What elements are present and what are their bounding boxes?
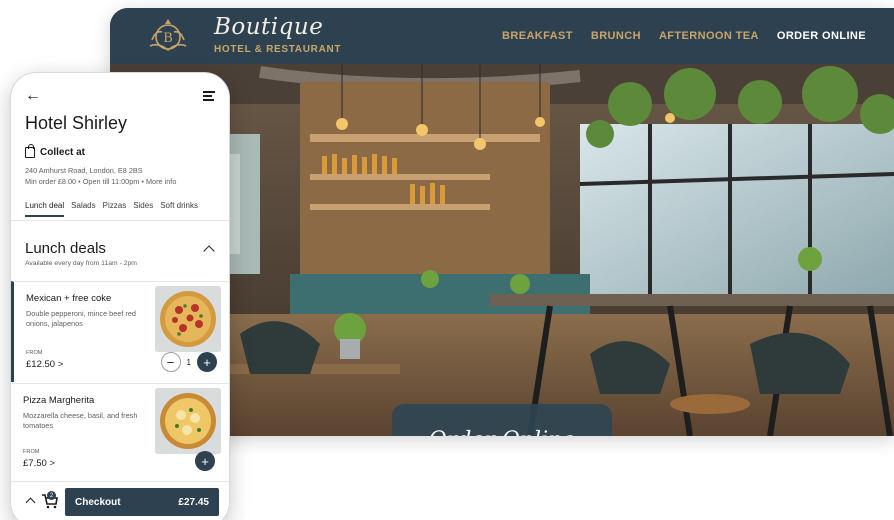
site-header: B Boutique HOTEL & RESTAURANT BREAKFAST … bbox=[110, 8, 894, 64]
decrease-quantity-button[interactable]: − bbox=[160, 352, 181, 372]
venue-details: 240 Amhurst Road, London, E8 2BS Min ord… bbox=[25, 165, 176, 187]
add-item-button[interactable]: + bbox=[195, 451, 215, 471]
nav-afternoon-tea[interactable]: AFTERNOON TEA bbox=[659, 30, 759, 42]
nav-order-online[interactable]: ORDER ONLINE bbox=[777, 30, 866, 42]
category-tabs: Lunch deal Salads Pizzas Sides Soft drin… bbox=[25, 201, 198, 217]
main-nav: BREAKFAST BRUNCH AFTERNOON TEA ORDER ONL… bbox=[502, 8, 866, 64]
mobile-app: ← Hotel Shirley Collect at 240 Amhurst R… bbox=[10, 72, 230, 520]
venue-title: Hotel Shirley bbox=[25, 113, 128, 133]
item-description: Double pepperoni, mince beef red onions,… bbox=[26, 309, 136, 328]
cart-icon[interactable]: 2 bbox=[41, 491, 59, 509]
expand-chevron-icon[interactable] bbox=[25, 497, 36, 508]
item-from-label: FROM bbox=[23, 449, 40, 455]
margherita-pizza-image bbox=[155, 388, 221, 454]
checkout-button[interactable]: Checkout £27.45 bbox=[65, 488, 219, 516]
tabs-divider bbox=[11, 220, 229, 221]
cart-count-badge: 2 bbox=[47, 491, 56, 500]
checkout-total: £27.45 bbox=[178, 496, 209, 508]
tab-sides[interactable]: Sides bbox=[133, 201, 153, 217]
menu-item[interactable]: Mexican + free coke Double pepperoni, mi… bbox=[11, 281, 229, 382]
tab-lunch-deal[interactable]: Lunch deal bbox=[25, 201, 65, 217]
pepperoni-pizza-image bbox=[155, 286, 221, 352]
back-arrow-icon[interactable]: ← bbox=[25, 87, 41, 105]
brand-subtitle: HOTEL & RESTAURANT bbox=[214, 44, 342, 55]
venue-info[interactable]: Min order £8.00 • Open till 11:00pm • Mo… bbox=[25, 176, 176, 187]
item-description: Mozzarella cheese, basil, and fresh toma… bbox=[23, 411, 138, 430]
menu-icon[interactable] bbox=[203, 91, 215, 101]
logo-emblem-icon[interactable]: B bbox=[148, 16, 188, 56]
item-from-label: FROM bbox=[26, 350, 43, 356]
venue-address: 240 Amhurst Road, London, E8 2BS bbox=[25, 166, 143, 175]
logo-letter: B bbox=[163, 31, 173, 46]
tab-soft-drinks[interactable]: Soft drinks bbox=[160, 201, 198, 217]
item-name: Mexican + free coke bbox=[26, 293, 112, 304]
item-price[interactable]: £7.50 > bbox=[23, 458, 55, 469]
nav-breakfast[interactable]: BREAKFAST bbox=[502, 30, 573, 42]
section-subtitle: Available every day from 11am - 2pm bbox=[25, 260, 137, 267]
menu-item[interactable]: Pizza Margherita Mozzarella cheese, basi… bbox=[11, 383, 229, 481]
tab-salads[interactable]: Salads bbox=[71, 201, 95, 217]
tab-pizzas[interactable]: Pizzas bbox=[103, 201, 127, 217]
item-price[interactable]: £12.50 > bbox=[26, 359, 63, 370]
cart-bar: 2 Checkout £27.45 bbox=[11, 481, 229, 520]
quantity-value: 1 bbox=[186, 357, 191, 367]
order-online-button[interactable]: Order Online bbox=[392, 404, 612, 436]
increase-quantity-button[interactable]: + bbox=[197, 352, 217, 372]
brand-name[interactable]: Boutique bbox=[214, 14, 323, 40]
nav-brunch[interactable]: BRUNCH bbox=[591, 30, 641, 42]
bag-icon bbox=[25, 144, 35, 158]
collect-at-row: Collect at bbox=[25, 144, 86, 158]
checkout-label: Checkout bbox=[75, 496, 121, 508]
item-name: Pizza Margherita bbox=[23, 395, 95, 406]
collapse-chevron-icon[interactable] bbox=[203, 245, 215, 257]
quantity-stepper: − 1 + bbox=[160, 352, 217, 372]
collect-label: Collect at bbox=[40, 147, 86, 158]
section-title: Lunch deals bbox=[25, 240, 106, 257]
